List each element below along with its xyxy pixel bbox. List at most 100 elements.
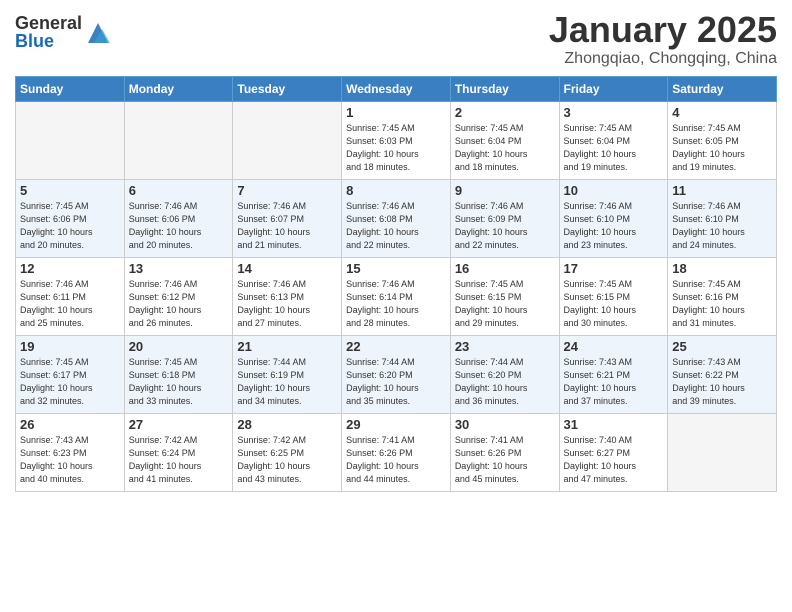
day-info: Sunrise: 7:45 AM Sunset: 6:17 PM Dayligh… — [20, 356, 120, 408]
day-info: Sunrise: 7:40 AM Sunset: 6:27 PM Dayligh… — [564, 434, 664, 486]
day-number: 31 — [564, 417, 664, 432]
day-number: 9 — [455, 183, 555, 198]
day-info: Sunrise: 7:46 AM Sunset: 6:13 PM Dayligh… — [237, 278, 337, 330]
day-info: Sunrise: 7:45 AM Sunset: 6:05 PM Dayligh… — [672, 122, 772, 174]
day-info: Sunrise: 7:46 AM Sunset: 6:06 PM Dayligh… — [129, 200, 229, 252]
day-info: Sunrise: 7:44 AM Sunset: 6:19 PM Dayligh… — [237, 356, 337, 408]
day-info: Sunrise: 7:45 AM Sunset: 6:04 PM Dayligh… — [564, 122, 664, 174]
day-info: Sunrise: 7:42 AM Sunset: 6:25 PM Dayligh… — [237, 434, 337, 486]
calendar-cell: 20Sunrise: 7:45 AM Sunset: 6:18 PM Dayli… — [124, 335, 233, 413]
month-title: January 2025 — [549, 10, 777, 50]
calendar-cell: 10 Sunrise: 7:46 AM Sunset: 6:10 PM Dayli… — [559, 179, 668, 257]
day-info: Sunrise: 7:41 AM Sunset: 6:26 PM Dayligh… — [346, 434, 446, 486]
calendar-cell: 25 Sunrise: 7:43 AM Sunset: 6:22 PM Dayli… — [668, 335, 777, 413]
calendar-cell: 24 Sunrise: 7:43 AM Sunset: 6:21 PM Dayli… — [559, 335, 668, 413]
col-friday: Friday — [559, 76, 668, 101]
day-number: 25 — [672, 339, 772, 354]
calendar-cell: 27 Sunrise: 7:42 AM Sunset: 6:24 PM Dayli… — [124, 413, 233, 491]
calendar-cell: 18Sunrise: 7:45 AM Sunset: 6:16 PM Dayli… — [668, 257, 777, 335]
day-number: 7 — [237, 183, 337, 198]
calendar-cell: 23 Sunrise: 7:44 AM Sunset: 6:20 PM Dayli… — [450, 335, 559, 413]
day-info: Sunrise: 7:45 AM Sunset: 6:15 PM Dayligh… — [455, 278, 555, 330]
day-info: Sunrise: 7:44 AM Sunset: 6:20 PM Dayligh… — [455, 356, 555, 408]
day-info: Sunrise: 7:45 AM Sunset: 6:04 PM Dayligh… — [455, 122, 555, 174]
day-number: 14 — [237, 261, 337, 276]
logo-general: General — [15, 14, 82, 32]
day-info: Sunrise: 7:43 AM Sunset: 6:22 PM Dayligh… — [672, 356, 772, 408]
day-number: 30 — [455, 417, 555, 432]
day-info: Sunrise: 7:46 AM Sunset: 6:10 PM Dayligh… — [672, 200, 772, 252]
day-info: Sunrise: 7:46 AM Sunset: 6:10 PM Dayligh… — [564, 200, 664, 252]
calendar-cell: 17Sunrise: 7:45 AM Sunset: 6:15 PM Dayli… — [559, 257, 668, 335]
day-info: Sunrise: 7:46 AM Sunset: 6:12 PM Dayligh… — [129, 278, 229, 330]
calendar-cell: 13Sunrise: 7:46 AM Sunset: 6:12 PM Dayli… — [124, 257, 233, 335]
calendar-cell: 14 Sunrise: 7:46 AM Sunset: 6:13 PM Dayli… — [233, 257, 342, 335]
calendar-cell: 15 Sunrise: 7:46 AM Sunset: 6:14 PM Dayli… — [342, 257, 451, 335]
calendar-cell — [668, 413, 777, 491]
calendar-cell: 4 Sunrise: 7:45 AM Sunset: 6:05 PM Daylig… — [668, 101, 777, 179]
week-row-2: 12 Sunrise: 7:46 AM Sunset: 6:11 PM Dayli… — [16, 257, 777, 335]
day-info: Sunrise: 7:46 AM Sunset: 6:09 PM Dayligh… — [455, 200, 555, 252]
logo-text: General Blue — [15, 14, 82, 50]
week-row-4: 26 Sunrise: 7:43 AM Sunset: 6:23 PM Dayli… — [16, 413, 777, 491]
col-tuesday: Tuesday — [233, 76, 342, 101]
calendar-cell: 6 Sunrise: 7:46 AM Sunset: 6:06 PM Daylig… — [124, 179, 233, 257]
day-number: 26 — [20, 417, 120, 432]
title-area: January 2025 Zhongqiao, Chongqing, China — [549, 10, 777, 68]
day-number: 19 — [20, 339, 120, 354]
calendar-cell: 7Sunrise: 7:46 AM Sunset: 6:07 PM Daylig… — [233, 179, 342, 257]
day-number: 27 — [129, 417, 229, 432]
page: General Blue January 2025 Zhongqiao, Cho… — [0, 0, 792, 612]
calendar-cell — [16, 101, 125, 179]
day-info: Sunrise: 7:42 AM Sunset: 6:24 PM Dayligh… — [129, 434, 229, 486]
day-number: 16 — [455, 261, 555, 276]
day-info: Sunrise: 7:43 AM Sunset: 6:23 PM Dayligh… — [20, 434, 120, 486]
location-title: Zhongqiao, Chongqing, China — [549, 50, 777, 68]
logo: General Blue — [15, 14, 112, 50]
day-number: 6 — [129, 183, 229, 198]
day-number: 11 — [672, 183, 772, 198]
col-monday: Monday — [124, 76, 233, 101]
calendar-cell: 21Sunrise: 7:44 AM Sunset: 6:19 PM Dayli… — [233, 335, 342, 413]
day-number: 12 — [20, 261, 120, 276]
calendar-cell: 26 Sunrise: 7:43 AM Sunset: 6:23 PM Dayli… — [16, 413, 125, 491]
col-saturday: Saturday — [668, 76, 777, 101]
header-row: Sunday Monday Tuesday Wednesday Thursday… — [16, 76, 777, 101]
day-number: 28 — [237, 417, 337, 432]
day-number: 24 — [564, 339, 664, 354]
day-info: Sunrise: 7:44 AM Sunset: 6:20 PM Dayligh… — [346, 356, 446, 408]
header: General Blue January 2025 Zhongqiao, Cho… — [15, 10, 777, 68]
logo-blue: Blue — [15, 32, 82, 50]
day-number: 2 — [455, 105, 555, 120]
day-number: 5 — [20, 183, 120, 198]
day-number: 1 — [346, 105, 446, 120]
calendar-cell: 28 Sunrise: 7:42 AM Sunset: 6:25 PM Dayli… — [233, 413, 342, 491]
calendar-cell: 11 Sunrise: 7:46 AM Sunset: 6:10 PM Dayli… — [668, 179, 777, 257]
day-number: 23 — [455, 339, 555, 354]
calendar-cell: 3Sunrise: 7:45 AM Sunset: 6:04 PM Daylig… — [559, 101, 668, 179]
calendar-cell: 9 Sunrise: 7:46 AM Sunset: 6:09 PM Daylig… — [450, 179, 559, 257]
calendar-cell: 19 Sunrise: 7:45 AM Sunset: 6:17 PM Dayli… — [16, 335, 125, 413]
day-number: 4 — [672, 105, 772, 120]
col-wednesday: Wednesday — [342, 76, 451, 101]
day-info: Sunrise: 7:46 AM Sunset: 6:14 PM Dayligh… — [346, 278, 446, 330]
col-sunday: Sunday — [16, 76, 125, 101]
calendar-cell — [124, 101, 233, 179]
day-info: Sunrise: 7:45 AM Sunset: 6:18 PM Dayligh… — [129, 356, 229, 408]
col-thursday: Thursday — [450, 76, 559, 101]
calendar-cell — [233, 101, 342, 179]
day-info: Sunrise: 7:41 AM Sunset: 6:26 PM Dayligh… — [455, 434, 555, 486]
week-row-1: 5 Sunrise: 7:45 AM Sunset: 6:06 PM Daylig… — [16, 179, 777, 257]
calendar-cell: 22Sunrise: 7:44 AM Sunset: 6:20 PM Dayli… — [342, 335, 451, 413]
day-info: Sunrise: 7:46 AM Sunset: 6:08 PM Dayligh… — [346, 200, 446, 252]
day-info: Sunrise: 7:45 AM Sunset: 6:03 PM Dayligh… — [346, 122, 446, 174]
day-number: 15 — [346, 261, 446, 276]
calendar-cell: 1 Sunrise: 7:45 AM Sunset: 6:03 PM Daylig… — [342, 101, 451, 179]
calendar-cell: 16 Sunrise: 7:45 AM Sunset: 6:15 PM Dayli… — [450, 257, 559, 335]
day-info: Sunrise: 7:43 AM Sunset: 6:21 PM Dayligh… — [564, 356, 664, 408]
day-info: Sunrise: 7:45 AM Sunset: 6:06 PM Dayligh… — [20, 200, 120, 252]
calendar-cell: 30 Sunrise: 7:41 AM Sunset: 6:26 PM Dayli… — [450, 413, 559, 491]
day-number: 10 — [564, 183, 664, 198]
logo-icon — [84, 19, 112, 47]
day-info: Sunrise: 7:46 AM Sunset: 6:11 PM Dayligh… — [20, 278, 120, 330]
